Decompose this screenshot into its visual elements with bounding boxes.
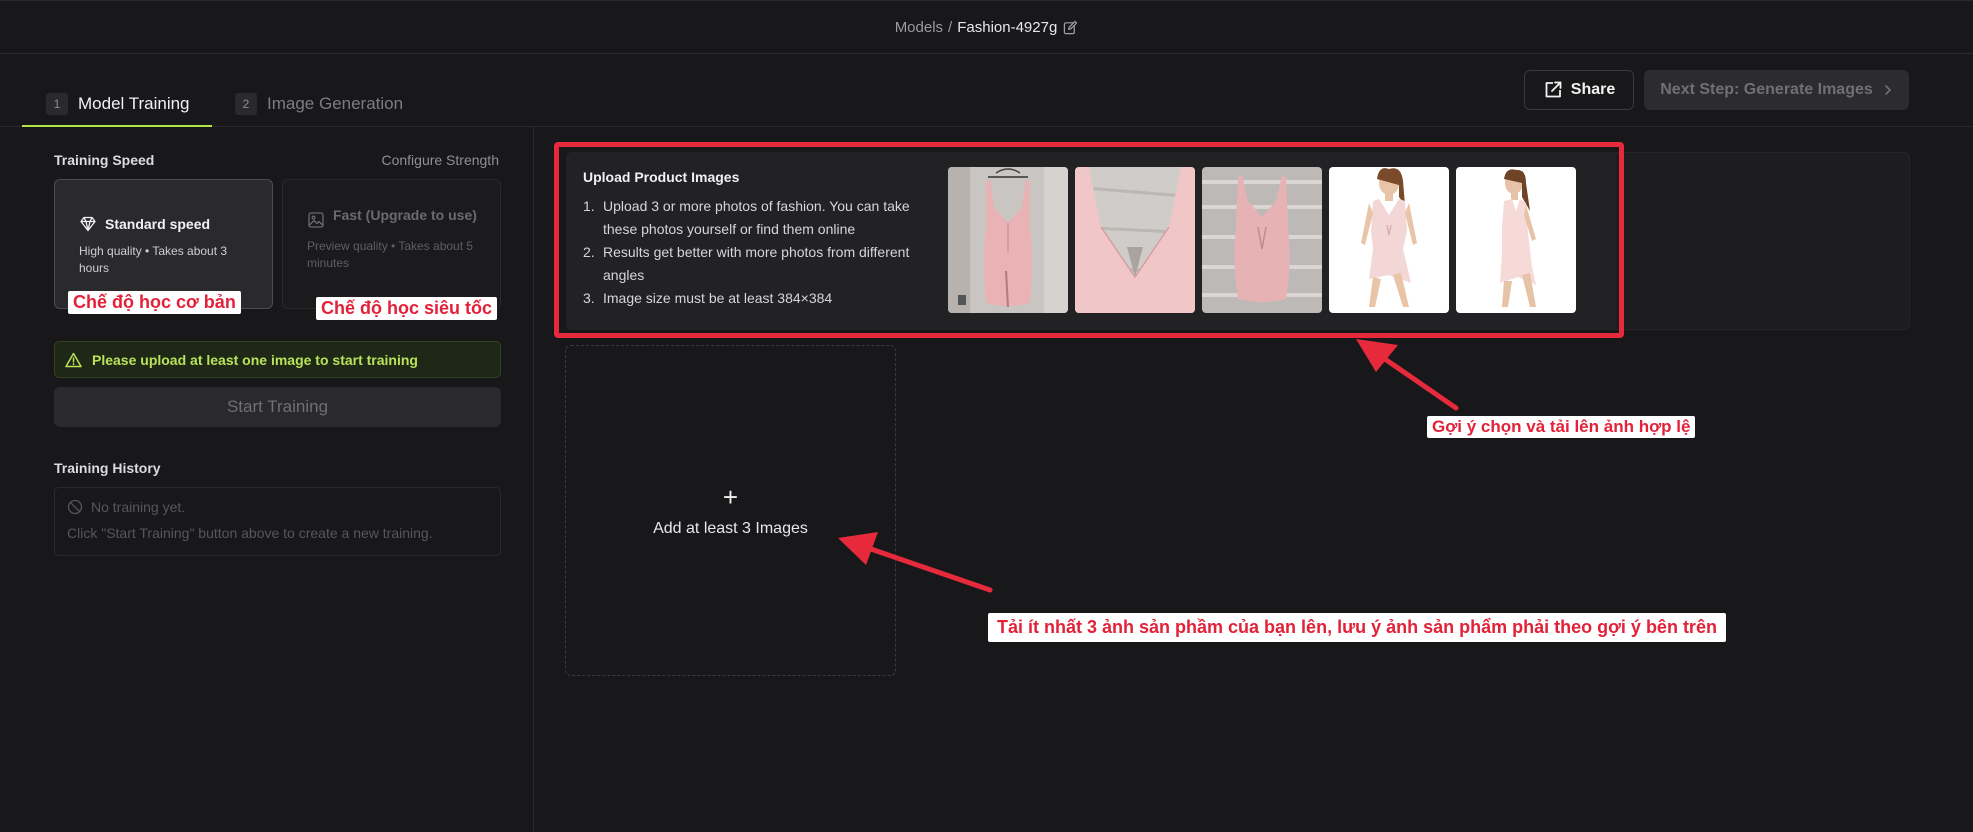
annotation-basic-mode: Chế độ học cơ bản: [68, 291, 241, 314]
speed-title: Fast (Upgrade to use): [333, 207, 477, 223]
image-icon: [308, 212, 324, 228]
share-label: Share: [1570, 81, 1616, 98]
model-name: Fashion-4927g: [957, 18, 1058, 36]
no-entry-icon: [67, 499, 83, 515]
training-panel: Training Speed Configure Strength Standa…: [0, 127, 534, 832]
warning-text: Please upload at least one image to star…: [92, 351, 418, 368]
history-empty-text: No training yet.: [91, 499, 186, 515]
fast-speed-option[interactable]: Fast (Upgrade to use) Preview quality • …: [282, 179, 501, 309]
start-training-button[interactable]: Start Training: [54, 387, 501, 427]
upload-warning: Please upload at least one image to star…: [54, 341, 501, 378]
tab-label: Image Generation: [267, 94, 404, 113]
breadcrumb-models-link[interactable]: Models: [895, 19, 943, 36]
info-card-extension: [1600, 152, 1910, 330]
breadcrumb: Models / Fashion-4927g: [0, 0, 1973, 54]
image-dropzone[interactable]: + Add at least 3 Images: [565, 345, 896, 676]
training-history-label: Training History: [54, 460, 161, 476]
training-history-empty: No training yet. Click "Start Training" …: [54, 487, 501, 556]
tab-label: Model Training: [78, 94, 190, 113]
guidelines-highlight-frame: [554, 142, 1624, 338]
speed-title: Standard speed: [105, 216, 211, 232]
tab-step-number: 2: [235, 93, 257, 115]
annotation-upload-hint: Gợi ý chọn và tải lên ảnh hợp lệ: [1427, 416, 1696, 438]
tab-image-generation[interactable]: 2 Image Generation: [235, 93, 404, 127]
speed-description: High quality • Takes about 3 hours: [79, 244, 228, 276]
dropzone-label: Add at least 3 Images: [653, 519, 808, 537]
next-step-button[interactable]: Next Step: Generate Images: [1644, 70, 1909, 110]
diamond-icon: [80, 216, 96, 232]
chevron-right-icon: [1884, 85, 1891, 95]
tab-step-number: 1: [46, 93, 68, 115]
tab-model-training[interactable]: 1 Model Training: [22, 93, 212, 127]
external-link-icon: [1545, 81, 1562, 98]
share-button[interactable]: Share: [1524, 70, 1634, 110]
annotation-fast-mode: Chế độ học siêu tốc: [316, 297, 498, 320]
warning-icon: [65, 352, 82, 367]
history-hint-text: Click "Start Training" button above to c…: [67, 525, 433, 541]
training-speed-label: Training Speed: [54, 152, 155, 168]
edit-icon[interactable]: [1063, 20, 1078, 35]
standard-speed-option[interactable]: Standard speed High quality • Takes abou…: [54, 179, 273, 309]
breadcrumb-separator: /: [948, 18, 953, 36]
arrow-to-guidelines: [1356, 339, 1459, 411]
configure-strength-link[interactable]: Configure Strength: [381, 152, 499, 168]
speed-description: Preview quality • Takes about 5 minutes: [307, 239, 474, 270]
plus-icon: +: [722, 481, 739, 512]
next-step-label: Next Step: Generate Images: [1660, 81, 1873, 98]
annotation-upload-note: Tải ít nhất 3 ảnh sản phầm của bạn lên, …: [988, 613, 1726, 642]
